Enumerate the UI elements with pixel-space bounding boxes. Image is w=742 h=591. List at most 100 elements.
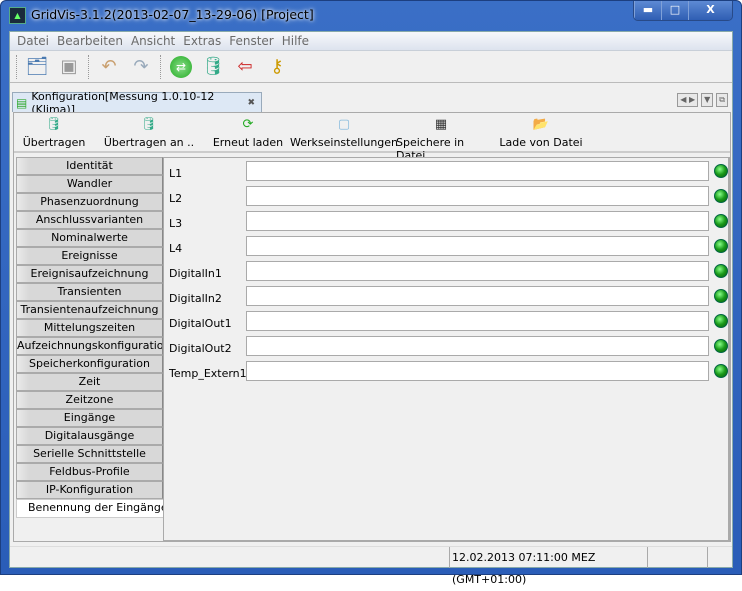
status-led-icon: [714, 214, 728, 228]
maximize-button[interactable]: □: [661, 1, 688, 20]
transfer-to-icon: 🛢: [140, 117, 158, 132]
input-label: DigitalIn2: [169, 292, 222, 305]
toolbar: 🗂 ▣ ↶ ↷ ⇄ 🛢 ⇦ ⚷: [10, 51, 732, 83]
window-title: GridVis-3.1.2(2013-02-07_13-29-06) [Proj…: [31, 7, 314, 22]
sidebar-item[interactable]: Benennung der Eingänge: [16, 499, 166, 518]
database-transfer-icon[interactable]: 🛢: [200, 54, 226, 80]
client-area: Datei Bearbeiten Ansicht Extras Fenster …: [9, 31, 733, 586]
sidebar-item[interactable]: IP-Konfiguration: [16, 481, 163, 499]
input-name-field[interactable]: [246, 186, 709, 206]
sidebar-item[interactable]: Wandler: [16, 175, 163, 193]
input-row: Temp_Extern1: [164, 361, 729, 386]
toolbar-separator: [160, 54, 162, 79]
menu-extras[interactable]: Extras: [179, 32, 225, 50]
status-led-icon: [714, 289, 728, 303]
input-name-field[interactable]: [246, 311, 709, 331]
reload-icon: ⟳: [242, 117, 254, 132]
import-icon[interactable]: ⇦: [232, 54, 258, 80]
input-label: DigitalOut2: [169, 342, 232, 355]
save-all-icon[interactable]: ▣: [56, 54, 82, 80]
toolbar-separator: [88, 54, 90, 79]
sidebar-item[interactable]: Ereignisse: [16, 247, 163, 265]
tab-list-dropdown-icon[interactable]: ▼: [701, 93, 714, 107]
open-project-icon[interactable]: 🗂: [24, 54, 50, 80]
status-led-icon: [714, 314, 728, 328]
sidebar-item[interactable]: Ereignisaufzeichnung: [16, 265, 163, 283]
close-button[interactable]: X: [688, 1, 732, 20]
status-led-icon: [714, 164, 728, 178]
input-names-form: L1 L2 L3 L4 DigitalIn1 DigitalIn2 DigitalOut1 D…: [163, 157, 730, 541]
tab-close-icon[interactable]: ✖: [247, 98, 255, 108]
sidebar-item[interactable]: Zeit: [16, 373, 163, 391]
menu-ansicht[interactable]: Ansicht: [127, 32, 179, 50]
input-label: L3: [169, 217, 183, 230]
sidebar-item[interactable]: Phasenzuordnung: [16, 193, 163, 211]
menu-hilfe[interactable]: Hilfe: [278, 32, 313, 50]
input-name-field[interactable]: [246, 161, 709, 181]
load-from-file-button[interactable]: 📂 Lade von Datei: [486, 113, 596, 151]
input-label: L2: [169, 192, 183, 205]
menu-bar: Datei Bearbeiten Ansicht Extras Fenster …: [10, 32, 732, 51]
document-tab-strip: ▤ Konfiguration[Messung 1.0.10-12 (Klima…: [12, 90, 732, 116]
input-row: DigitalOut2: [164, 336, 729, 361]
input-label: DigitalOut1: [169, 317, 232, 330]
status-segment: [10, 547, 450, 568]
input-row: L3: [164, 211, 729, 236]
sidebar-item[interactable]: Serielle Schnittstelle: [16, 445, 163, 463]
restore-window-icon[interactable]: ⧉: [716, 93, 728, 107]
status-segment: [648, 547, 708, 568]
input-name-field[interactable]: [246, 261, 709, 281]
sidebar-item[interactable]: Digitalausgänge: [16, 427, 163, 445]
tab-configuration[interactable]: ▤ Konfiguration[Messung 1.0.10-12 (Klima…: [12, 90, 262, 116]
menu-fenster[interactable]: Fenster: [225, 32, 278, 50]
input-name-field[interactable]: [246, 361, 709, 381]
toolbar-grip: [16, 54, 18, 79]
sync-icon[interactable]: ⇄: [168, 54, 194, 80]
input-row: DigitalIn1: [164, 261, 729, 286]
configuration-icon: ▤: [16, 95, 28, 110]
sidebar-item[interactable]: Transientenaufzeichnung: [16, 301, 163, 319]
reload-label: Erneut laden: [212, 136, 284, 149]
sidebar-item[interactable]: Eingänge: [16, 409, 163, 427]
status-bar: 12.02.2013 07:11:00 MEZ (GMT+01:00): [10, 546, 732, 586]
transfer-label: Übertragen: [22, 136, 86, 149]
sidebar-item[interactable]: Aufzeichnungskonfiguration: [16, 337, 163, 355]
sidebar-item[interactable]: Nominalwerte: [16, 229, 163, 247]
sidebar-item[interactable]: Anschlussvarianten: [16, 211, 163, 229]
application-window: ▲ GridVis-3.1.2(2013-02-07_13-29-06) [Pr…: [0, 0, 742, 586]
status-led-icon: [714, 339, 728, 353]
reload-button[interactable]: ⟳ Erneut laden: [204, 113, 292, 151]
save-to-file-button[interactable]: ▦ Speichere in Datei: [396, 113, 486, 162]
status-datetime: 12.02.2013 07:11:00 MEZ (GMT+01:00): [450, 547, 648, 586]
scroll-tabs-icon[interactable]: ◀ ▶: [677, 93, 699, 107]
title-bar[interactable]: ▲ GridVis-3.1.2(2013-02-07_13-29-06) [Pr…: [1, 1, 741, 29]
sidebar-item[interactable]: Zeitzone: [16, 391, 163, 409]
undo-icon[interactable]: ↶: [96, 54, 122, 80]
transfer-icon: 🛢: [45, 117, 63, 132]
input-name-field[interactable]: [246, 336, 709, 356]
sidebar-item[interactable]: Mittelungszeiten: [16, 319, 163, 337]
factory-settings-button[interactable]: ▢ Werkseinstellungen: [290, 113, 398, 151]
input-row: L2: [164, 186, 729, 211]
sidebar-item[interactable]: Transienten: [16, 283, 163, 301]
transfer-button[interactable]: 🛢 Übertragen: [14, 113, 94, 151]
save-file-icon: ▦: [434, 117, 448, 132]
input-label: Temp_Extern1: [169, 367, 247, 380]
factory-settings-icon: ▢: [337, 117, 351, 132]
status-led-icon: [714, 364, 728, 378]
sidebar-item[interactable]: Speicherkonfiguration: [16, 355, 163, 373]
minimize-button[interactable]: ▬: [634, 1, 661, 20]
transfer-to-button[interactable]: 🛢 Übertragen an ..: [94, 113, 204, 151]
gridvis-app-icon: ▲: [9, 7, 26, 24]
sidebar-item[interactable]: Feldbus-Profile: [16, 463, 163, 481]
input-label: DigitalIn1: [169, 267, 222, 280]
sidebar-item[interactable]: Identität: [16, 157, 163, 175]
input-name-field[interactable]: [246, 236, 709, 256]
menu-bearbeiten[interactable]: Bearbeiten: [53, 32, 127, 50]
load-from-file-label: Lade von Datei: [499, 136, 583, 149]
keys-icon[interactable]: ⚷: [264, 54, 290, 80]
input-name-field[interactable]: [246, 211, 709, 231]
redo-icon[interactable]: ↷: [128, 54, 154, 80]
input-name-field[interactable]: [246, 286, 709, 306]
menu-datei[interactable]: Datei: [13, 32, 53, 50]
